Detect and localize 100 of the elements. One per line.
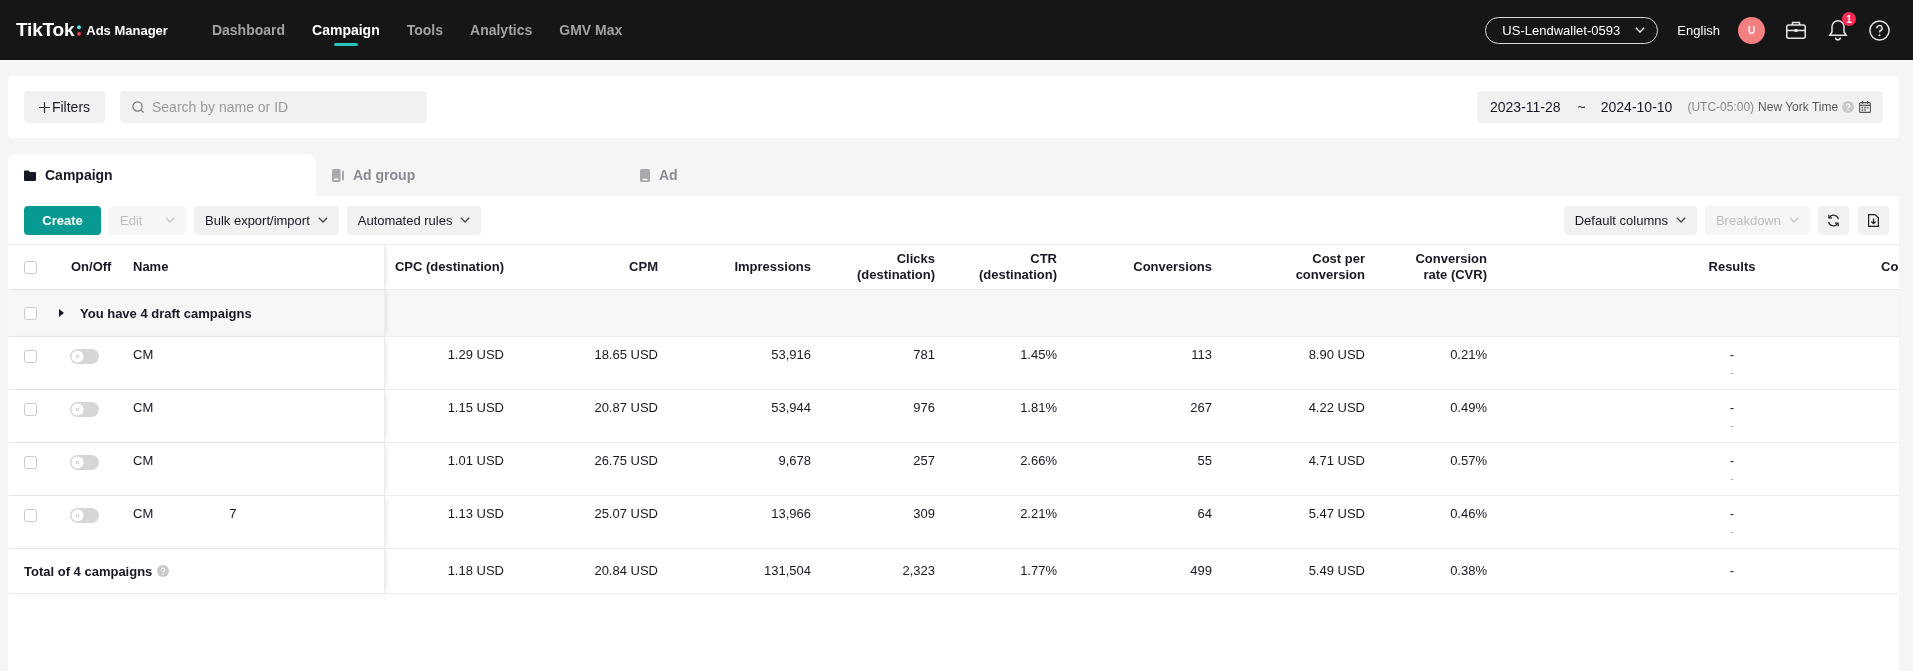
- result-subvalue: -: [1730, 365, 1734, 379]
- metric-value: 2.66%: [1020, 453, 1057, 468]
- plus-icon: [38, 101, 50, 113]
- campaign-name-end[interactable]: 7: [229, 506, 237, 522]
- draft-campaigns-label: You have 4 draft campaigns: [80, 305, 252, 321]
- total-value: 0.38%: [1450, 563, 1487, 579]
- metric-value: 1.29 USD: [447, 347, 504, 362]
- result-value: -: [1729, 506, 1735, 522]
- toggle-switch[interactable]: [70, 402, 99, 417]
- campaign-name[interactable]: CM: [133, 453, 154, 469]
- chevron-down-icon: [1635, 27, 1646, 33]
- export-button[interactable]: [1858, 205, 1889, 235]
- column-header: Name: [133, 259, 169, 275]
- toggle-switch[interactable]: [70, 455, 99, 470]
- metric-value: 4.22 USD: [1308, 400, 1365, 415]
- bell-icon[interactable]: [1828, 19, 1848, 41]
- result-subvalue: -: [1730, 418, 1734, 432]
- result-subvalue: -: [1730, 524, 1734, 538]
- checkbox[interactable]: [24, 306, 37, 320]
- draft-group-row[interactable]: You have 4 draft campaigns: [8, 290, 1899, 337]
- metric-value: 8.90 USD: [1308, 347, 1365, 362]
- metric-value: 53,944: [771, 400, 811, 415]
- stacked-pages-icon: [332, 168, 344, 182]
- toggle-switch[interactable]: [70, 349, 99, 364]
- language-selector[interactable]: English: [1677, 22, 1720, 38]
- metric-value: 9,678: [778, 453, 811, 468]
- metric-value: 64: [1197, 506, 1212, 521]
- file-download-icon: [1868, 213, 1879, 227]
- toggle-switch[interactable]: [70, 508, 99, 523]
- total-value: 5.49 USD: [1308, 563, 1365, 579]
- level-tab[interactable]: Campaign: [8, 154, 316, 196]
- metric-value: 26.75 USD: [594, 453, 658, 468]
- checkbox[interactable]: [24, 456, 37, 469]
- folder-icon: [24, 169, 36, 181]
- briefcase-icon[interactable]: [1786, 21, 1806, 39]
- search-field[interactable]: Search by name or ID: [120, 91, 427, 123]
- metric-value: 5.47 USD: [1308, 506, 1365, 521]
- metric-value: 257: [913, 453, 935, 468]
- metric-value: 53,916: [771, 347, 811, 362]
- chevron-down-icon: [460, 217, 471, 223]
- metric-value: 113: [1191, 347, 1212, 362]
- campaign-name[interactable]: CM: [133, 347, 154, 363]
- metric-value: 2.21%: [1020, 506, 1057, 521]
- metric-value: 4.71 USD: [1308, 453, 1365, 468]
- dropdown-button[interactable]: Default columns: [1563, 205, 1697, 235]
- range-separator: ~: [1577, 99, 1586, 115]
- chevron-down-icon: [1675, 217, 1686, 223]
- column-header: Conversion rate (CVR): [1414, 251, 1487, 283]
- total-value: 20.84 USD: [594, 563, 658, 579]
- metric-value: 13,966: [771, 506, 811, 521]
- result-value: -: [1729, 453, 1735, 469]
- metric-value: 0.46%: [1450, 506, 1487, 521]
- help-icon: [1842, 101, 1855, 113]
- caret-right-icon[interactable]: [59, 309, 64, 317]
- refresh-icon: [1827, 213, 1840, 227]
- metric-value: 20.87 USD: [594, 400, 658, 415]
- checkbox[interactable]: [24, 260, 37, 274]
- chevron-down-icon: [1789, 217, 1799, 223]
- filters-button[interactable]: Filters: [24, 91, 105, 123]
- nav-tab[interactable]: GMV Max: [559, 0, 623, 60]
- campaign-name[interactable]: CM: [133, 400, 154, 416]
- dropdown-button[interactable]: Automated rules: [346, 205, 482, 235]
- metric-value: 1.13 USD: [447, 506, 504, 521]
- metric-value: 0.21%: [1450, 347, 1487, 362]
- metric-value: 1.81%: [1020, 400, 1057, 415]
- total-value: 499: [1190, 563, 1212, 579]
- nav-tab[interactable]: Tools: [406, 0, 444, 60]
- search-icon: [132, 101, 144, 113]
- column-header: Cost per conversion: [1294, 251, 1365, 283]
- checkbox[interactable]: [24, 403, 37, 416]
- column-header: Conversions: [1133, 259, 1212, 275]
- notification-badge: 1: [1842, 12, 1856, 26]
- start-date: 2023-11-28: [1490, 99, 1561, 115]
- metric-value: 1.15 USD: [447, 400, 504, 415]
- nav-tab[interactable]: Campaign: [312, 0, 380, 60]
- timezone-name: New York Time: [1758, 100, 1839, 114]
- nav-tab[interactable]: Analytics: [470, 0, 533, 60]
- campaign-name[interactable]: CM: [133, 506, 154, 522]
- refresh-button[interactable]: [1818, 205, 1849, 235]
- metric-value: 1.01 USD: [447, 453, 504, 468]
- dropdown-button[interactable]: Bulk export/import: [194, 205, 339, 235]
- help-icon: [157, 565, 170, 577]
- metric-value: 781: [913, 347, 935, 362]
- nav-tab[interactable]: Dashboard: [211, 0, 286, 60]
- metric-value: 267: [1190, 400, 1212, 415]
- result-value: -: [1729, 563, 1735, 579]
- metric-value: 25.07 USD: [594, 506, 658, 521]
- chevron-down-icon: [317, 217, 328, 223]
- date-range-picker[interactable]: 2023-11-28 ~ 2024-10-10 (UTC-05:00) New York Time: [1477, 91, 1883, 123]
- result-value: -: [1729, 347, 1735, 363]
- product-name: Ads Manager: [86, 22, 168, 38]
- column-header: Co: [1881, 259, 1899, 275]
- checkbox[interactable]: [24, 350, 37, 363]
- timezone-offset: (UTC-05:00): [1687, 100, 1755, 114]
- total-label: Total of 4 campaigns: [24, 563, 153, 579]
- help-icon[interactable]: [1869, 19, 1890, 41]
- calendar-icon[interactable]: [1859, 101, 1871, 113]
- logo-dots-icon: [77, 25, 82, 36]
- checkbox[interactable]: [24, 509, 37, 522]
- metric-value: 1.45%: [1020, 347, 1057, 362]
